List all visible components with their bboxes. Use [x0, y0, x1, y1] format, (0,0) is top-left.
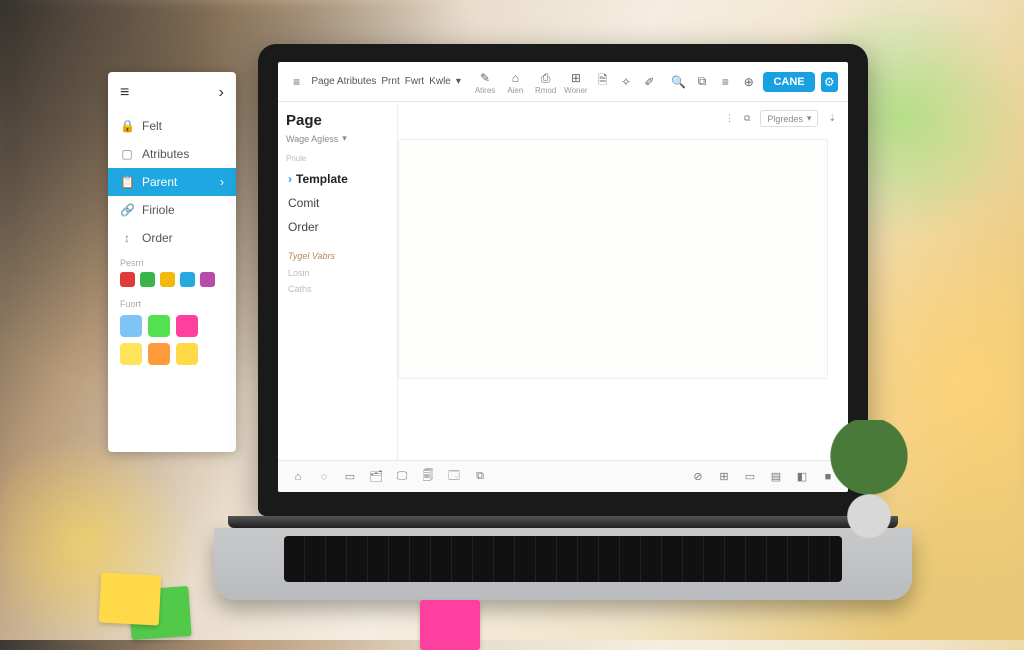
page-dropdown[interactable]: Wage Agless▾: [286, 133, 389, 144]
brand-chip[interactable]: [200, 272, 215, 287]
swatch[interactable]: [120, 315, 142, 337]
download-icon[interactable]: ⇣: [828, 113, 836, 124]
monitor-icon[interactable]: 🖵: [394, 470, 410, 483]
lock-icon: 🔒: [120, 119, 134, 133]
duplicate-icon[interactable]: ⧉: [693, 72, 710, 92]
menu-icon[interactable]: ≡: [120, 84, 129, 102]
breadcrumb-item[interactable]: Fwrt: [405, 76, 424, 87]
clipboard-icon: 📋: [120, 175, 134, 189]
home-icon: ⌂: [505, 68, 525, 88]
window-icon[interactable]: 🗔: [446, 467, 462, 486]
sticky-note: [420, 600, 480, 650]
link-icon: 🔗: [120, 203, 134, 217]
section-label: Pesrri: [108, 252, 236, 270]
grid-icon: ⊞: [566, 68, 586, 88]
print-icon: ⎙: [536, 68, 556, 88]
list-icon[interactable]: ≡: [717, 72, 734, 92]
sidebar-item-parent[interactable]: 📋 Parent ›: [108, 168, 236, 196]
sidebar-item-attributes[interactable]: ▢ Atributes: [108, 140, 236, 168]
breadcrumb-item[interactable]: Page Atributes: [311, 76, 376, 87]
doc-dropdown[interactable]: Plgredes▾: [760, 110, 818, 127]
copy-icon[interactable]: ⧉: [744, 113, 750, 124]
page-attributes-panel: Page Wage Agless▾ Pnule Template Comit O…: [278, 102, 398, 460]
pen-icon[interactable]: ✐: [641, 72, 658, 92]
menu-icon[interactable]: ≡: [288, 72, 305, 92]
attributes-sidebar: ≡ › 🔒 Felt ▢ Atributes 📋 Parent › 🔗 Firi…: [108, 72, 236, 452]
folder-icon[interactable]: 🗂: [368, 470, 384, 483]
tool-print[interactable]: ⎙Rmod: [533, 68, 557, 95]
brand-icon-row: [108, 270, 236, 293]
tool-grid[interactable]: ⊞Woner: [564, 68, 588, 95]
swatch[interactable]: [176, 315, 198, 337]
kebab-icon[interactable]: ⋮: [725, 113, 734, 124]
color-swatches: [108, 311, 236, 369]
desk-plant: [824, 420, 914, 540]
primary-action-button[interactable]: CANE: [763, 72, 814, 92]
chevron-right-icon[interactable]: ›: [219, 84, 224, 102]
tool-home[interactable]: ⌂Aien: [503, 68, 527, 95]
brand-chip[interactable]: [180, 272, 195, 287]
sidebar-item-label: Order: [142, 231, 173, 245]
chevron-right-icon: ›: [220, 175, 224, 189]
sticky-note: [99, 572, 162, 625]
attr-comit[interactable]: Comit: [286, 191, 389, 215]
search-icon[interactable]: 🔍: [670, 72, 687, 92]
document-page[interactable]: [398, 139, 828, 379]
swatch[interactable]: [148, 315, 170, 337]
pencil-icon: ✎: [475, 68, 495, 88]
square-icon: ▢: [120, 147, 134, 161]
circle-icon[interactable]: ◌: [316, 471, 332, 483]
document-canvas: ⋮ ⧉ Plgredes▾ ⇣: [398, 102, 848, 460]
grid-icon[interactable]: ⊞: [716, 470, 732, 483]
chevron-down-icon[interactable]: ▾: [456, 76, 461, 87]
chevron-down-icon: ▾: [807, 113, 812, 124]
swatch[interactable]: [148, 343, 170, 365]
block-icon[interactable]: ⊘: [690, 470, 706, 483]
mini-label: Pnule: [286, 154, 389, 163]
attr-template[interactable]: Template: [286, 167, 389, 191]
sub-label: Losin: [286, 265, 389, 281]
laptop-keyboard: [214, 528, 912, 600]
settings-icon[interactable]: ⚙: [821, 72, 838, 92]
sub-label: Tygel Vabrs: [286, 247, 389, 265]
app-window: ≡ Page Atributes Prnt Fwrt Kwle ▾ ✎Atire…: [278, 62, 848, 492]
sidebar-item-order[interactable]: ↕ Order: [108, 224, 236, 252]
swatch[interactable]: [120, 343, 142, 365]
sidebar-item-label: Atributes: [142, 147, 189, 161]
swatch[interactable]: [176, 343, 198, 365]
target-icon[interactable]: ⊕: [740, 72, 757, 92]
brand-chip[interactable]: [120, 272, 135, 287]
pages-icon[interactable]: 🗐: [420, 467, 436, 486]
sidebar-item-label: Firiole: [142, 203, 175, 217]
sidebar-item-label: Felt: [142, 119, 162, 133]
sidebar-item-felt[interactable]: 🔒 Felt: [108, 112, 236, 140]
chevron-down-icon: ▾: [342, 133, 347, 144]
sub-label: Caths: [286, 281, 389, 297]
duplicate-icon[interactable]: ⧉: [472, 470, 488, 483]
sparkle-icon[interactable]: ✧: [617, 72, 634, 92]
tool-edit[interactable]: ✎Atires: [473, 68, 497, 95]
brand-chip[interactable]: [140, 272, 155, 287]
split-icon[interactable]: ◧: [794, 470, 810, 483]
rows-icon[interactable]: ▤: [768, 470, 784, 483]
sort-icon: ↕: [120, 231, 134, 245]
brand-chip[interactable]: [160, 272, 175, 287]
sidebar-item-firiole[interactable]: 🔗 Firiole: [108, 196, 236, 224]
breadcrumb: Page Atributes Prnt Fwrt Kwle ▾: [311, 76, 461, 87]
rect-icon[interactable]: ▭: [742, 470, 758, 483]
home-icon[interactable]: ⌂: [290, 471, 306, 483]
breadcrumb-item[interactable]: Kwle: [429, 76, 451, 87]
section-label: Fuort: [108, 293, 236, 311]
panel-title: Page: [286, 112, 389, 129]
page-icon[interactable]: 🗎: [594, 72, 611, 92]
rect-icon[interactable]: ▭: [342, 470, 358, 483]
attr-order[interactable]: Order: [286, 215, 389, 239]
status-bar: ⌂ ◌ ▭ 🗂 🖵 🗐 🗔 ⧉ ⊘ ⊞ ▭ ▤ ◧ ■: [278, 460, 848, 492]
breadcrumb-item[interactable]: Prnt: [381, 76, 399, 87]
laptop: ≡ Page Atributes Prnt Fwrt Kwle ▾ ✎Atire…: [258, 44, 868, 600]
sidebar-item-label: Parent: [142, 175, 177, 189]
top-toolbar: ≡ Page Atributes Prnt Fwrt Kwle ▾ ✎Atire…: [278, 62, 848, 102]
